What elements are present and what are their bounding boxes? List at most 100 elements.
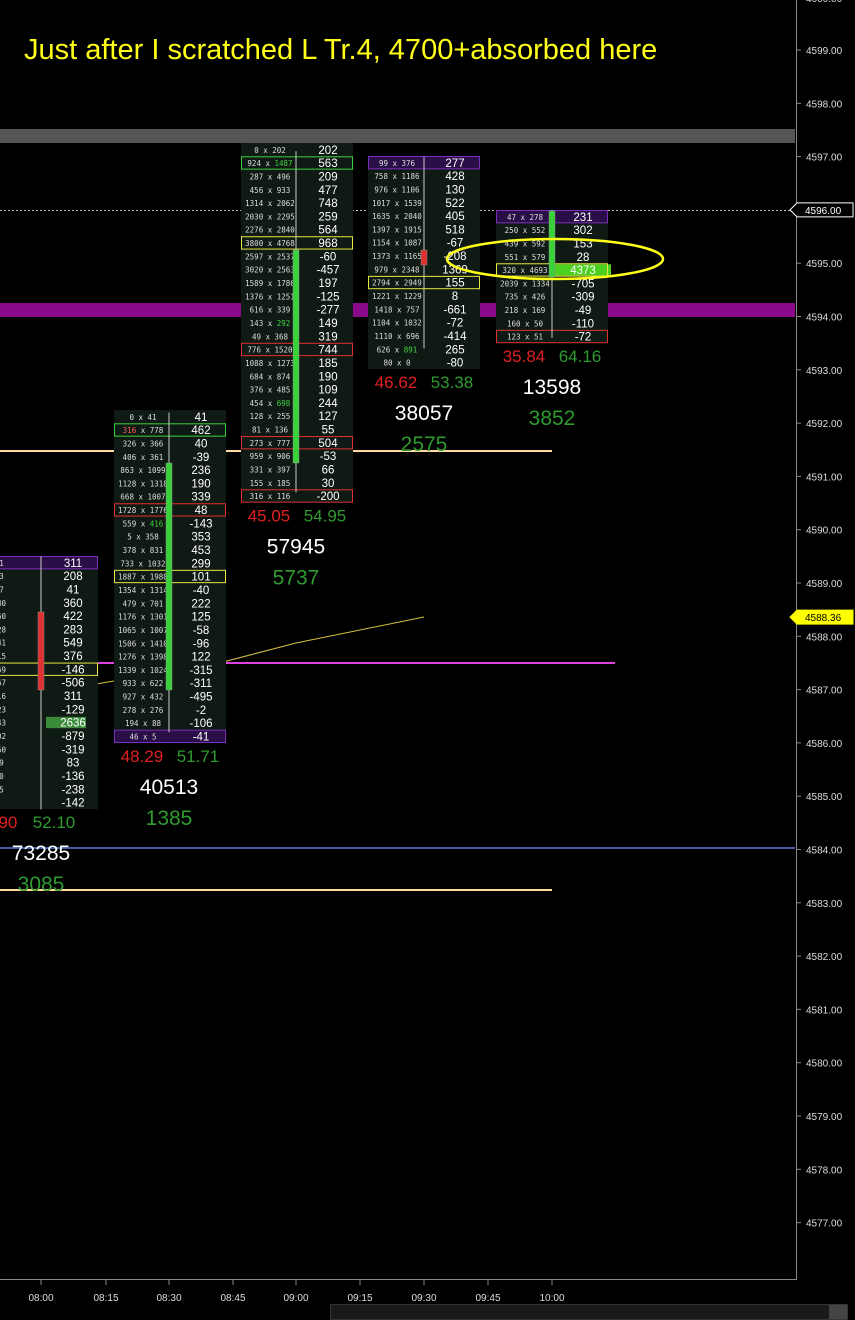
bid-ask-cell: 80 x 0 <box>383 359 411 368</box>
horizontal-scrollbar[interactable] <box>330 1304 848 1320</box>
delta-cell: -53 <box>320 451 337 463</box>
bar-delta-total: 5737 <box>273 567 320 590</box>
price-marker-label: 4588.36 <box>805 613 842 624</box>
bid-ask-cell: 376 x 485 <box>250 386 291 395</box>
time-tick-label: 10:00 <box>539 1293 564 1304</box>
price-tick-label: 4578.00 <box>806 1165 843 1176</box>
delta-cell: 8 <box>452 291 458 303</box>
bid-ask-cell: 1339 x 1024 <box>118 666 168 675</box>
bid-ask-cell: 0 x 421 <box>0 559 4 568</box>
bid-ask-cell: 320 x 4693 <box>502 266 547 275</box>
delta-cell: 259 <box>318 211 337 223</box>
pct-sell: -7.90 <box>0 813 17 832</box>
price-tick-label: 4580.00 <box>806 1059 843 1070</box>
delta-cell: -58 <box>193 625 210 637</box>
delta-cell: 101 <box>191 572 210 584</box>
bid-ask-cell: 733 x 1032 <box>120 559 165 568</box>
bid-ask-cell: 758 x 1186 <box>374 172 420 181</box>
delta-cell: -39 <box>193 452 210 464</box>
time-tick-label: 09:30 <box>411 1293 436 1304</box>
delta-cell: 48 <box>195 505 208 517</box>
delta-cell: 405 <box>445 211 464 223</box>
footprint-bar-0930: 99 x 376 277 758 x 1186 428 976 x 1106 130 101… <box>368 156 480 456</box>
bid-ask-cell: 1 x 2402 <box>0 732 6 741</box>
bid-ask-cell: 378 x 831 <box>123 546 164 555</box>
price-tick-label: 4581.00 <box>806 1005 843 1016</box>
bid-ask-cell: 3 x 3067 <box>0 679 6 688</box>
time-tick-label: 09:45 <box>475 1293 500 1304</box>
delta-cell: -143 <box>189 518 212 530</box>
delta-cell: -506 <box>61 678 84 690</box>
delta-cell: 155 <box>445 278 464 290</box>
bid-ask-cell: 49 x 368 <box>252 332 289 341</box>
price-tick-label: 4599.00 <box>806 46 843 57</box>
bar-delta-total: 1385 <box>146 807 193 830</box>
delta-cell: 353 <box>191 532 210 544</box>
price-tick-label: 4583.00 <box>806 899 843 910</box>
delta-cell: 376 <box>63 651 82 663</box>
delta-cell: 30 <box>322 478 335 490</box>
annotation-title: Just after I scratched L Tr.4, 4700+abso… <box>24 34 658 66</box>
delta-cell: 518 <box>445 224 464 236</box>
scrollbar-thumb[interactable] <box>829 1305 847 1319</box>
delta-cell: -40 <box>193 585 210 597</box>
bid-ask-cell: 0 x 1280 <box>0 599 7 608</box>
bid-ask-cell: 1373 x 1165 <box>372 252 422 261</box>
bid-ask-cell: 551 x 579 <box>505 253 546 262</box>
bid-ask-cell: 278 x 276 <box>123 706 164 715</box>
delta-cell: 422 <box>63 611 82 623</box>
price-tick-label: 4590.00 <box>806 526 843 537</box>
delta-cell: 28 <box>577 252 590 264</box>
bid-ask-cell: 933 x 622 <box>123 679 164 688</box>
bid-ask-cell: 81 x 136 <box>252 426 289 435</box>
delta-cell: 236 <box>191 465 210 477</box>
delta-cell: 549 <box>63 638 82 650</box>
delta-cell: 360 <box>63 598 82 610</box>
delta-cell: 563 <box>318 158 337 170</box>
bid-ask-cell: 976 x 1106 <box>374 185 420 194</box>
price-tick-label: 4584.00 <box>806 846 843 857</box>
bid-ask-cell: 863 x 1099 <box>120 466 165 475</box>
bar-volume: 38057 <box>395 402 453 425</box>
price-tick-label: 4597.00 <box>806 153 843 164</box>
delta-cell: 319 <box>318 331 337 343</box>
bid-ask-cell: 2597 x 2537 <box>245 252 295 261</box>
price-tick-partial: 4600.00 <box>806 0 843 5</box>
delta-cell: 302 <box>573 225 592 237</box>
price-tick-label: 4595.00 <box>806 259 843 270</box>
price-tick-label: 4579.00 <box>806 1112 843 1123</box>
delta-cell: -142 <box>61 798 84 810</box>
bid-ask-cell: 9 x 4115 <box>0 652 6 661</box>
bid-ask-cell: 7 x 5143 <box>0 719 6 728</box>
bar-volume: 40513 <box>140 776 198 799</box>
delta-cell: -414 <box>443 331 467 343</box>
delta-cell: 109 <box>318 385 337 397</box>
pct-buy: 53.38 <box>431 373 474 392</box>
delta-cell: 222 <box>191 598 210 610</box>
delta-cell: -136 <box>61 771 84 783</box>
bid-ask-cell: 959 x 906 <box>250 452 291 461</box>
delta-cell: -311 <box>190 678 212 690</box>
bid-ask-cell: 3020 x 2563 <box>245 266 295 275</box>
delta-cell: -661 <box>443 304 466 316</box>
price-tick-label: 4586.00 <box>806 739 843 750</box>
delta-cell: -146 <box>61 664 84 676</box>
delta-cell: 339 <box>191 492 210 504</box>
delta-cell: 130 <box>445 184 464 196</box>
price-tick-label: 4591.00 <box>806 472 843 483</box>
footprint-chart[interactable]: 0 x 421 311 5 x 843 208 6 x 577 41 0 x 1280 360… <box>0 0 855 1320</box>
delta-cell: 428 <box>445 171 464 183</box>
bid-ask-cell: 5 x 843 <box>0 572 4 581</box>
bid-ask-cell: 1128 x 1318 <box>118 479 168 488</box>
bid-ask-cell: 2039 x 1334 <box>500 279 550 288</box>
delta-cell: 311 <box>64 558 82 570</box>
delta-cell: 197 <box>318 278 337 290</box>
time-tick-label: 08:30 <box>156 1293 181 1304</box>
bid-ask-cell: 735 x 426 <box>505 293 546 302</box>
delta-cell: 185 <box>318 358 337 370</box>
delta-cell: 453 <box>191 545 210 557</box>
bid-ask-cell: 143 x 292 <box>250 319 291 328</box>
pct-sell: 35.84 <box>503 347 546 366</box>
delta-cell: -49 <box>575 305 592 317</box>
pct-sell: 45.05 <box>248 507 291 526</box>
